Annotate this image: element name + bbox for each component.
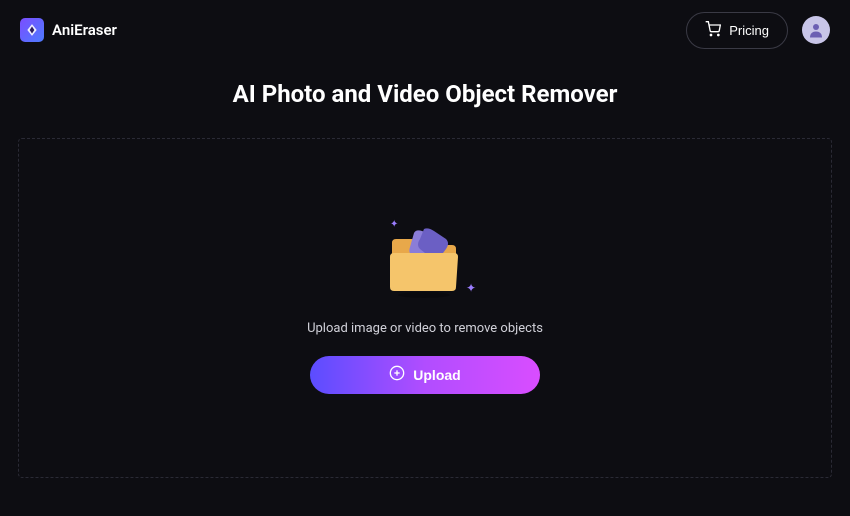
page-title: AI Photo and Video Object Remover [10,80,840,108]
user-avatar[interactable] [802,16,830,44]
plus-circle-icon [389,365,405,384]
user-icon [807,21,825,39]
upload-button[interactable]: Upload [310,356,540,394]
header: AniEraser Pricing [0,0,850,60]
folder-illustration-icon: ✦ ✦ [380,223,470,301]
pricing-label: Pricing [729,23,769,38]
sparkle-icon: ✦ [390,219,398,230]
header-actions: Pricing [686,12,830,49]
upload-dropzone[interactable]: ✦ ✦ Upload image or video to remove obje… [18,138,832,478]
app-logo-group[interactable]: AniEraser [20,18,117,42]
cart-icon [705,21,721,40]
upload-button-label: Upload [413,367,460,383]
upload-instruction-text: Upload image or video to remove objects [307,321,543,336]
sparkle-icon: ✦ [466,281,476,295]
app-logo-icon [20,18,44,42]
main-content: AI Photo and Video Object Remover ✦ ✦ Up… [0,60,850,488]
pricing-button[interactable]: Pricing [686,12,788,49]
app-name: AniEraser [52,21,117,39]
